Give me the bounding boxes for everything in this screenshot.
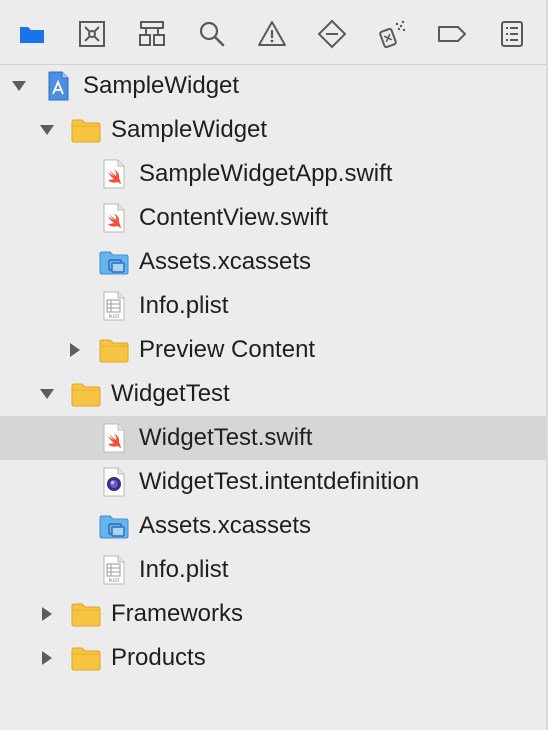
- tree-row-label: ContentView.swift: [139, 204, 328, 231]
- tree-row[interactable]: SampleWidgetApp.swift: [0, 152, 546, 196]
- diamond-icon: [317, 19, 347, 49]
- symbol-navigator-button[interactable]: [132, 14, 172, 54]
- folder-icon: [98, 334, 130, 366]
- tree-row-label: WidgetTest.intentdefinition: [139, 468, 420, 495]
- disclosure-expanded-icon[interactable]: [38, 385, 56, 403]
- tree-row[interactable]: PLIST Info.plist: [0, 284, 546, 328]
- tree-row[interactable]: WidgetTest.intentdefinition: [0, 460, 546, 504]
- tree-row-label: Assets.xcassets: [139, 512, 312, 539]
- source-control-icon: [79, 21, 105, 47]
- tree-row[interactable]: Preview Content: [0, 328, 546, 372]
- tree-row[interactable]: ContentView.swift: [0, 196, 546, 240]
- plist-file-icon: PLIST: [98, 290, 130, 322]
- spray-icon: [379, 20, 406, 49]
- svg-text:PLIST: PLIST: [109, 314, 120, 319]
- swift-file-icon: [98, 158, 130, 190]
- tree-row-label: WidgetTest.swift: [139, 424, 313, 451]
- report-navigator-button[interactable]: [492, 14, 532, 54]
- folder-icon: [20, 27, 44, 43]
- issue-navigator-button[interactable]: [252, 14, 292, 54]
- debug-navigator-button[interactable]: [372, 14, 412, 54]
- asset-catalog-icon: [98, 246, 130, 278]
- navigator-toolbar: [0, 0, 546, 65]
- tree-row[interactable]: SampleWidget: [0, 108, 546, 152]
- list-icon: [501, 21, 523, 47]
- tree-row-label: Frameworks: [111, 600, 244, 627]
- intent-definition-icon: [98, 466, 130, 498]
- tree-row-label: WidgetTest: [111, 380, 230, 407]
- tree-row[interactable]: Products: [0, 636, 546, 680]
- folder-icon: [70, 642, 102, 674]
- disclosure-collapsed-icon[interactable]: [66, 341, 84, 359]
- tree-row-label: SampleWidget: [83, 72, 240, 99]
- folder-icon: [70, 598, 102, 630]
- swift-file-icon: [98, 422, 130, 454]
- warning-icon: [258, 21, 286, 46]
- tag-icon: [438, 26, 466, 42]
- asset-catalog-icon: [98, 510, 130, 542]
- source-control-navigator-button[interactable]: [72, 14, 112, 54]
- find-navigator-button[interactable]: [192, 14, 232, 54]
- swift-file-icon: [98, 202, 130, 234]
- tree-row-label: Info.plist: [139, 556, 229, 583]
- test-navigator-button[interactable]: [312, 14, 352, 54]
- search-icon: [199, 21, 225, 47]
- tree-row[interactable]: Assets.xcassets: [0, 240, 546, 284]
- tree-row-label: Info.plist: [139, 292, 229, 319]
- tree-row[interactable]: WidgetTest: [0, 372, 546, 416]
- tree-row-label: Assets.xcassets: [139, 248, 312, 275]
- tree-row[interactable]: Frameworks: [0, 592, 546, 636]
- breakpoint-navigator-button[interactable]: [432, 14, 472, 54]
- hierarchy-icon: [139, 21, 165, 46]
- tree-row[interactable]: Assets.xcassets: [0, 504, 546, 548]
- disclosure-expanded-icon[interactable]: [10, 77, 28, 95]
- plist-file-icon: PLIST: [98, 554, 130, 586]
- project-file-icon: [42, 70, 74, 102]
- disclosure-collapsed-icon[interactable]: [38, 605, 56, 623]
- tree-row-label: SampleWidget: [111, 116, 268, 143]
- tree-row-label: SampleWidgetApp.swift: [139, 160, 393, 187]
- tree-row[interactable]: SampleWidget: [0, 64, 546, 108]
- svg-text:PLIST: PLIST: [109, 578, 120, 583]
- project-navigator-button[interactable]: [12, 14, 52, 54]
- disclosure-expanded-icon[interactable]: [38, 121, 56, 139]
- disclosure-collapsed-icon[interactable]: [38, 649, 56, 667]
- tree-row-label: Preview Content: [139, 336, 316, 363]
- tree-row[interactable]: WidgetTest.swift: [0, 416, 546, 460]
- tree-row-label: Products: [111, 644, 206, 671]
- folder-icon: [70, 378, 102, 410]
- folder-icon: [70, 114, 102, 146]
- tree-row[interactable]: PLIST Info.plist: [0, 548, 546, 592]
